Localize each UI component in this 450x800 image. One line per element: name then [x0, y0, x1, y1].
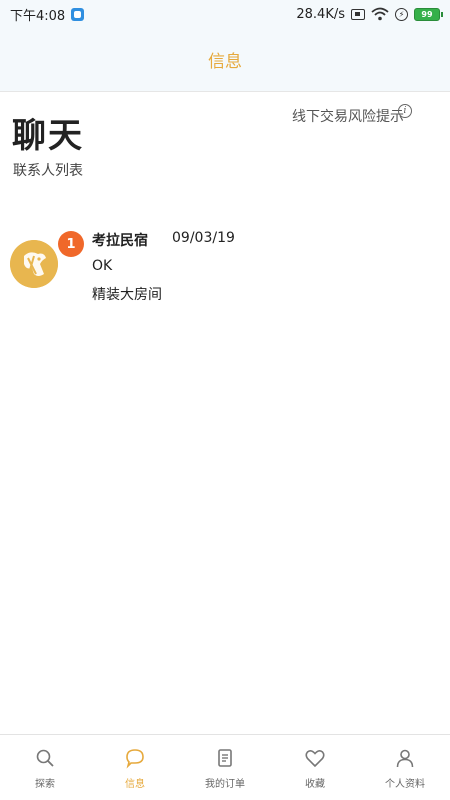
tab-my-orders[interactable]: 我的订单	[180, 735, 270, 800]
order-icon	[218, 749, 232, 767]
status-bar: 下午4:08 28.4K/s ⚡ 99	[0, 0, 450, 28]
heart-icon	[305, 750, 325, 768]
battery-icon: 99	[414, 7, 443, 21]
tab-explore[interactable]: 探索	[0, 735, 90, 800]
status-right: 28.4K/s ⚡ 99	[296, 6, 443, 22]
status-left: 下午4:08	[10, 5, 85, 24]
search-icon	[36, 749, 54, 767]
charging-icon: ⚡	[395, 7, 408, 21]
chat-listing-title: 精装大房间	[92, 287, 162, 303]
tab-messages[interactable]: 信息	[90, 735, 180, 800]
unread-badge: 1	[58, 231, 84, 257]
nav-header: 信息	[0, 28, 450, 92]
title-area: 聊天 联系人列表 线下交易风险提示 i	[0, 100, 450, 190]
header-title: 信息	[208, 52, 242, 72]
avatar	[10, 240, 58, 288]
page-title: 聊天	[12, 116, 84, 156]
wifi-icon	[371, 7, 389, 21]
sim-card-icon	[351, 8, 365, 20]
chat-last-message: OK	[92, 258, 113, 274]
page-subtitle: 联系人列表	[13, 163, 83, 179]
status-time: 下午4:08	[10, 8, 66, 24]
tab-favorites[interactable]: 收藏	[270, 735, 360, 800]
notification-app-icon	[71, 7, 85, 21]
tab-label: 信息	[125, 779, 145, 790]
offline-trade-risk-link[interactable]: 线下交易风险提示	[292, 106, 404, 126]
tab-label: 收藏	[305, 779, 325, 790]
chat-list-item[interactable]: 1 考拉民宿 09/03/19 OK 精装大房间	[0, 220, 450, 310]
chat-bubble-icon	[126, 749, 144, 769]
chat-date: 09/03/19	[172, 230, 235, 246]
tab-label: 探索	[35, 779, 55, 790]
tab-profile[interactable]: 个人资料	[360, 735, 450, 800]
chat-contact-name: 考拉民宿	[92, 233, 148, 249]
bottom-tab-bar: 探索 信息 我的订单 收藏 个人资料	[0, 734, 450, 800]
tab-label: 我的订单	[205, 779, 245, 790]
user-icon	[396, 749, 414, 768]
screen: 下午4:08 28.4K/s ⚡ 99 信息 聊天 联系人列表 线下交易风险提示…	[0, 0, 450, 800]
tab-label: 个人资料	[385, 779, 425, 790]
network-speed: 28.4K/s	[296, 6, 345, 22]
koala-logo-icon	[10, 240, 58, 288]
info-icon[interactable]: i	[398, 104, 412, 118]
